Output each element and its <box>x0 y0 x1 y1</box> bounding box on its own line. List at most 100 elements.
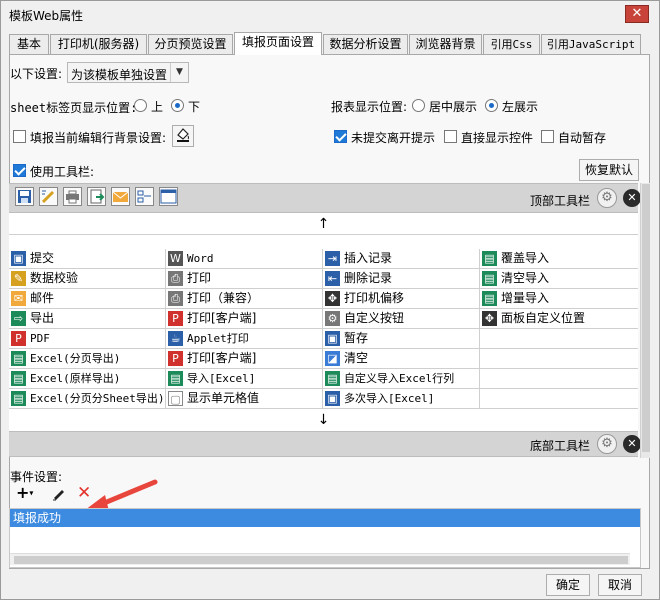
unsubmit-checkbox[interactable] <box>334 130 347 143</box>
grid-cell[interactable]: ⇤ 删除记录 <box>323 269 480 289</box>
grid-cell[interactable]: ▣ 多次导入[Excel] <box>323 389 480 409</box>
grid-cell[interactable]: ✉ 邮件 <box>9 289 166 309</box>
export-icon[interactable] <box>87 187 106 206</box>
grid-cell[interactable]: ✎ 数据校验 <box>9 269 166 289</box>
unsubmit-label: 未提交离开提示 <box>351 131 436 145</box>
title-bar: 模板Web属性 ✕ <box>1 1 659 29</box>
grid-cell[interactable]: ▣ 提交 <box>9 249 166 269</box>
tab-browser-bg[interactable]: 浏览器背景 <box>409 34 482 55</box>
save-icon[interactable] <box>15 187 34 206</box>
gear-icon[interactable]: ⚙ <box>597 434 617 454</box>
vertical-scrollbar[interactable] <box>640 183 650 458</box>
tab-fill-page[interactable]: 填报页面设置 <box>234 32 322 55</box>
grid-cell[interactable]: ⎙ 打印 <box>166 269 323 289</box>
auto-save-label: 自动暂存 <box>558 131 607 145</box>
grid-cell[interactable]: ▤ 增量导入 <box>480 289 638 309</box>
remove-icon[interactable]: ✕ <box>623 189 641 207</box>
export-icon: ⇨ <box>11 311 26 326</box>
tab-data-analysis[interactable]: 数据分析设置 <box>323 34 408 55</box>
grid-cell[interactable]: P PDF <box>9 329 166 349</box>
tab-css[interactable]: 引用Css <box>483 34 540 55</box>
scroll-thumb[interactable] <box>14 556 628 564</box>
save-icon: ▣ <box>11 251 26 266</box>
report-center-radio[interactable] <box>412 99 425 112</box>
blank-window-icon[interactable] <box>159 187 178 206</box>
grid-cell[interactable]: ⇨ 导出 <box>9 309 166 329</box>
grid-cell-label: 邮件 <box>30 291 55 305</box>
grid-cell[interactable]: ▤ 覆盖导入 <box>480 249 638 269</box>
tab-printer-server[interactable]: 打印机(服务器) <box>50 34 147 55</box>
mail-icon[interactable] <box>111 187 130 206</box>
grid-cell[interactable]: ▤ 自定义导入Excel行列 <box>323 369 480 389</box>
grid-cell[interactable]: ▢ 显示单元格值 <box>166 389 323 409</box>
pdf-icon: P <box>11 331 26 346</box>
use-toolbar-checkbox[interactable] <box>13 164 26 177</box>
direct-show-checkbox[interactable] <box>444 130 457 143</box>
grid-cell-label: Applet打印 <box>187 332 249 345</box>
tab-javascript[interactable]: 引用JavaScript <box>541 34 641 55</box>
printer-icon[interactable] <box>63 187 82 206</box>
ok-button[interactable]: 确定 <box>546 574 590 596</box>
grid-cell[interactable]: ✥ 面板自定义位置 <box>480 309 638 329</box>
scope-select[interactable]: 为该模板单独设置 ▼ <box>67 62 189 83</box>
validate-icon[interactable] <box>39 187 58 206</box>
grid-cell[interactable]: ▤ Excel(分页导出) <box>9 349 166 369</box>
sheet-bottom-radio[interactable] <box>171 99 184 112</box>
remove-icon[interactable]: ✕ <box>623 435 641 453</box>
sheet-top-radio[interactable] <box>134 99 147 112</box>
edit-icon[interactable] <box>51 485 69 503</box>
excel-icon: ▤ <box>482 271 497 286</box>
save-icon: ▣ <box>325 331 340 346</box>
grid-cell[interactable]: P 打印[客户端] <box>166 309 323 329</box>
auto-save-checkbox[interactable] <box>541 130 554 143</box>
sheet-position-label: sheet标签页显示位置: <box>10 101 138 115</box>
grid-cell[interactable]: ◪ 清空 <box>323 349 480 369</box>
add-icon[interactable]: +▾ <box>16 485 38 503</box>
gear-icon: ⚙ <box>325 311 340 326</box>
tab-bar: 基本 打印机(服务器) 分页预览设置 填报页面设置 数据分析设置 浏览器背景 引… <box>9 32 649 55</box>
move-down-arrow[interactable]: ↓ <box>9 409 638 431</box>
move-up-arrow[interactable]: ↑ <box>9 213 638 235</box>
grid-cell[interactable]: ▤ 清空导入 <box>480 269 638 289</box>
bottom-toolbar-label: 底部工具栏 <box>530 439 591 453</box>
delete-record-icon[interactable] <box>135 187 154 206</box>
close-button[interactable]: ✕ <box>625 5 649 23</box>
eraser-icon: ◪ <box>325 351 340 366</box>
move-icon: ✥ <box>325 291 340 306</box>
grid-cell[interactable]: ⚙ 自定义按钮 <box>323 309 480 329</box>
grid-cell[interactable]: ▤ 导入[Excel] <box>166 369 323 389</box>
report-left-radio[interactable] <box>485 99 498 112</box>
grid-cell[interactable]: ▤ Excel(分页分Sheet导出) <box>9 389 166 409</box>
paint-bucket-button[interactable] <box>172 125 194 147</box>
spacer <box>9 235 638 249</box>
gear-icon[interactable]: ⚙ <box>597 188 617 208</box>
grid-cell[interactable]: W Word <box>166 249 323 269</box>
pdf-icon: P <box>168 311 183 326</box>
grid-cell-label: 自定义按钮 <box>344 311 405 325</box>
blank-icon: ▢ <box>168 391 183 406</box>
grid-cell[interactable]: ✥ 打印机偏移 <box>323 289 480 309</box>
excel-icon: ▤ <box>325 371 340 386</box>
top-toolbar-label: 顶部工具栏 <box>530 194 591 208</box>
grid-cell-label: 打印机偏移 <box>344 291 405 305</box>
grid-cell-empty <box>480 369 638 389</box>
restore-default-button[interactable]: 恢复默认 <box>579 159 639 181</box>
tab-page-preview[interactable]: 分页预览设置 <box>148 34 233 55</box>
direct-show-label: 直接显示控件 <box>461 131 534 145</box>
grid-cell-label: PDF <box>30 332 50 345</box>
grid-cell[interactable]: P 打印[客户端] <box>166 349 323 369</box>
save-icon: ▣ <box>325 391 340 406</box>
horizontal-scrollbar[interactable] <box>10 553 630 565</box>
fill-bg-checkbox[interactable] <box>13 130 26 143</box>
grid-cell[interactable]: ⎙ 打印（兼容） <box>166 289 323 309</box>
grid-cell[interactable]: ⇥ 插入记录 <box>323 249 480 269</box>
scroll-thumb[interactable] <box>642 184 650 452</box>
event-item[interactable]: 填报成功 <box>10 509 640 527</box>
grid-cell-label: 打印 <box>187 271 212 285</box>
grid-cell[interactable]: ▤ Excel(原样导出) <box>9 369 166 389</box>
grid-cell[interactable]: ▣ 暂存 <box>323 329 480 349</box>
tab-basic[interactable]: 基本 <box>9 34 49 55</box>
cancel-button[interactable]: 取消 <box>598 574 642 596</box>
grid-cell-label: Word <box>187 252 214 265</box>
grid-cell[interactable]: ☕ Applet打印 <box>166 329 323 349</box>
